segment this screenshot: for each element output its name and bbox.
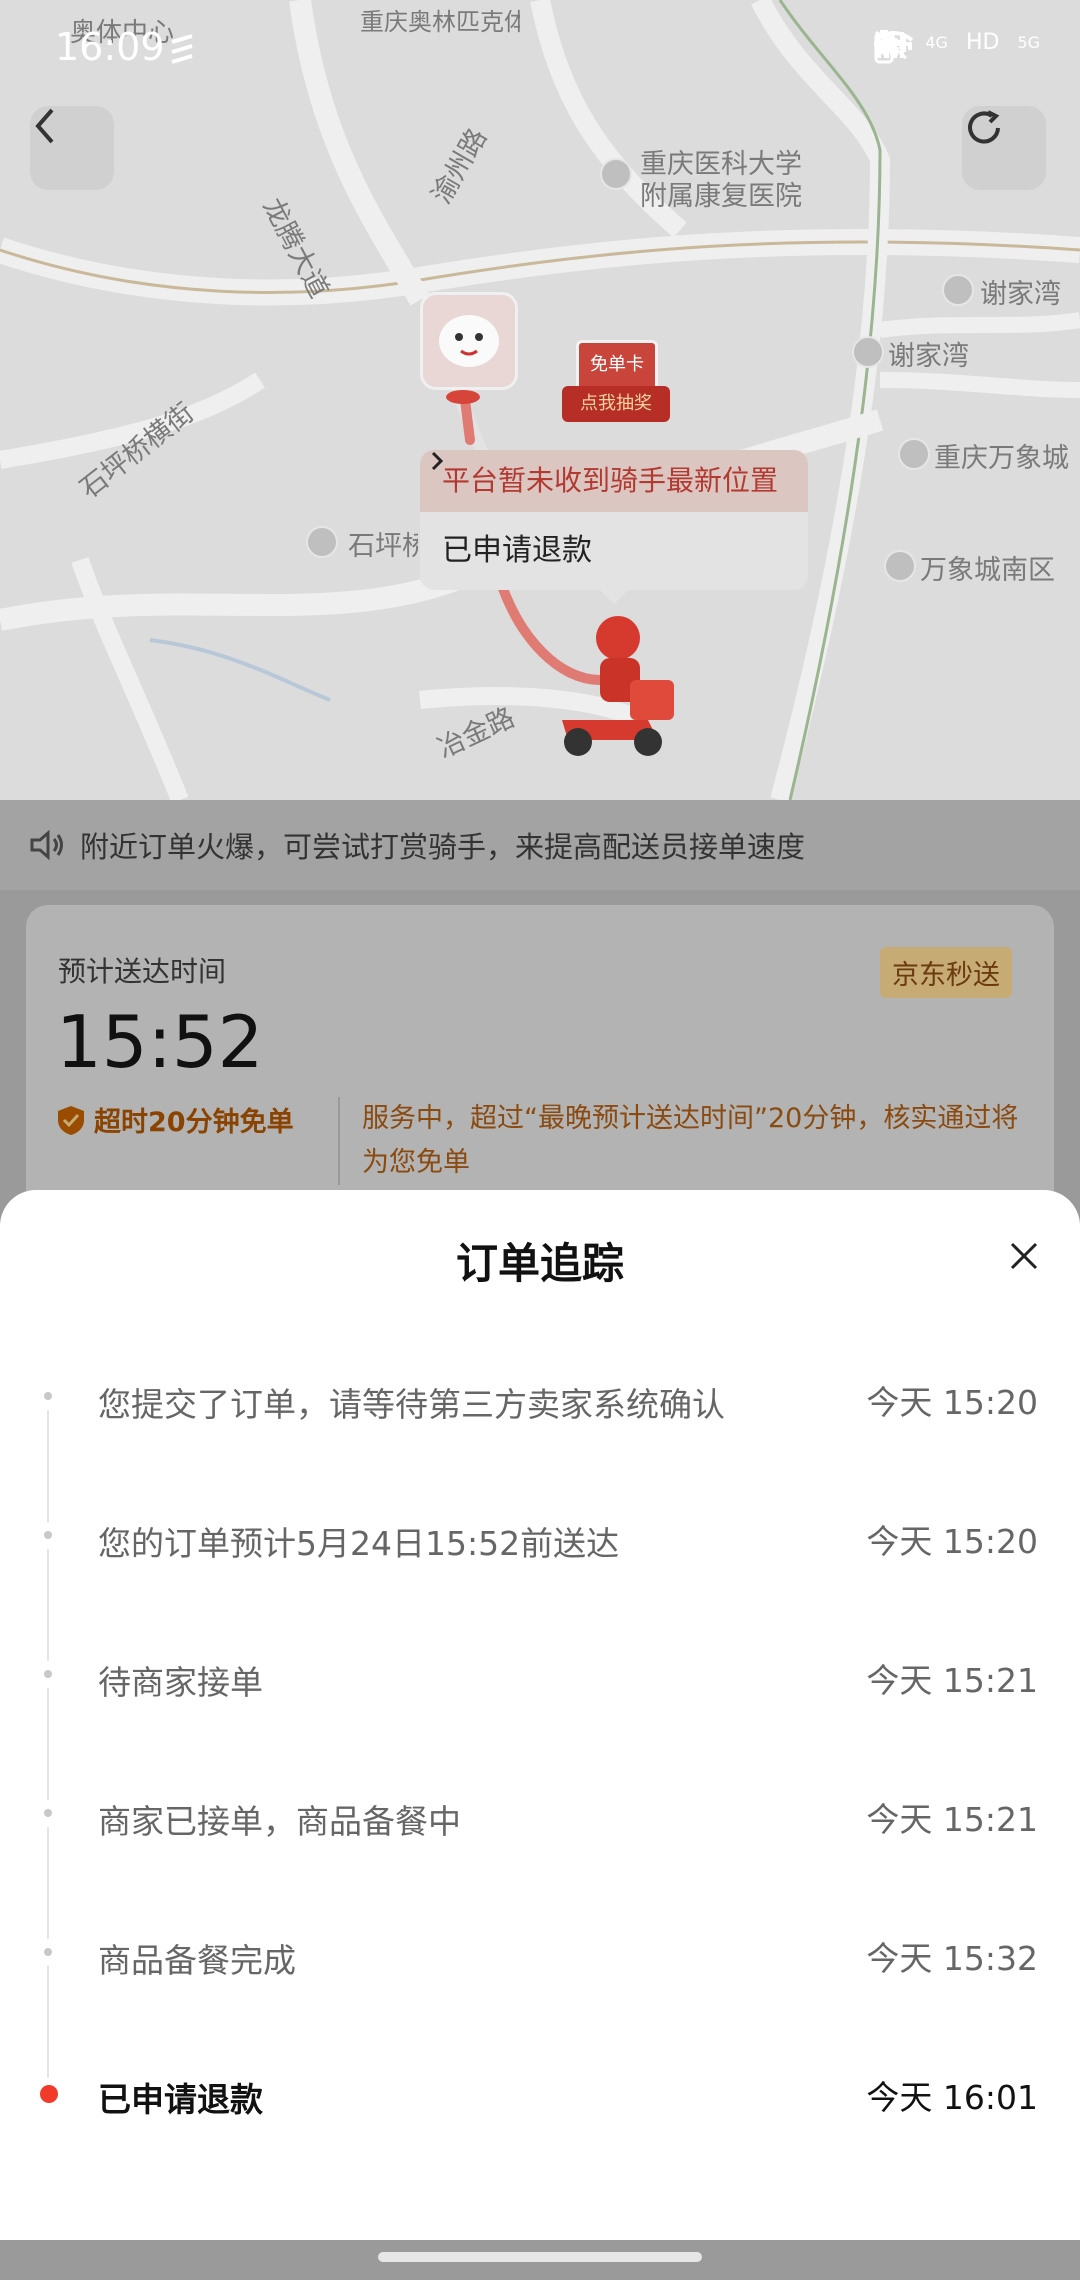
refresh-icon	[968, 110, 1000, 144]
delivery-eta-card: 预计送达时间 15:52 京东秒送 超时20分钟免单 服务中，超过“最晚预计送达…	[26, 905, 1054, 1235]
store-pin-icon	[446, 390, 480, 404]
event-text: 待商家接单	[98, 1663, 263, 1702]
refund-status-link[interactable]: 已申请退款	[420, 451, 808, 590]
metro-poi-icon	[942, 274, 974, 306]
metro-poi-icon	[852, 336, 884, 368]
map-label: 石坪桥	[348, 531, 418, 562]
network-label: 5G	[1017, 33, 1040, 52]
rider-location-message: 平台暂未收到骑手最新位置	[420, 450, 808, 512]
event-text: 商品备餐完成	[98, 1941, 296, 1980]
notice-text: 附近订单火爆，可尝试打赏骑手，来提高配送员接单速度	[80, 830, 806, 864]
back-button[interactable]	[30, 106, 114, 190]
network-label: HD	[965, 30, 1000, 55]
map-label: 万象城南区	[920, 555, 1055, 586]
timeline-event: 您提交了订单，请等待第三方卖家系统确认 今天 15:20	[0, 1350, 1080, 1522]
network-label: 4G	[925, 33, 948, 52]
delivery-rider-icon	[562, 616, 674, 756]
hospital-poi-icon	[600, 158, 632, 190]
event-text: 您提交了订单，请等待第三方卖家系统确认	[98, 1385, 725, 1424]
rider-status-popup[interactable]: 平台暂未收到骑手最新位置 已申请退款	[420, 450, 808, 604]
system-nav-bar	[0, 2240, 1080, 2280]
battery-icon	[874, 30, 894, 64]
close-button[interactable]	[1000, 1232, 1048, 1280]
timeline-dot-active	[40, 2085, 58, 2103]
metro-poi-icon	[306, 526, 338, 558]
timeline-dot	[44, 1531, 52, 1539]
timeline-dot	[44, 1809, 52, 1817]
timeline-event-current: 已申请退款 今天 16:01	[0, 2045, 1080, 2184]
timeline-dot	[44, 1392, 52, 1400]
timeline-event: 待商家接单 今天 15:21	[0, 1628, 1080, 1800]
map-roads	[0, 0, 1080, 800]
map-label: 谢家湾	[980, 279, 1061, 310]
event-time: 今天 15:20	[866, 1383, 1038, 1422]
event-text: 商家已接单，商品备餐中	[98, 1802, 461, 1841]
refresh-button[interactable]	[962, 106, 1046, 190]
event-time: 今天 16:01	[866, 2078, 1038, 2117]
map-label: 谢家湾	[888, 341, 969, 372]
home-indicator[interactable]	[378, 2252, 702, 2262]
event-text: 已申请退款	[98, 2080, 263, 2119]
event-time: 今天 15:32	[866, 1939, 1038, 1978]
map-label: 附属康复医院	[640, 181, 802, 212]
clock: 16:09	[55, 25, 165, 69]
late-guarantee: 超时20分钟免单	[56, 1100, 294, 1139]
speaker-icon	[30, 829, 63, 861]
order-tracking-sheet: 订单追踪 您提交了订单，请等待第三方卖家系统确认 今天 15:20 您的订单预计…	[0, 1190, 1080, 2240]
mall-poi-icon	[898, 438, 930, 470]
service-badge: 京东秒送	[880, 947, 1012, 998]
eta-time: 15:52	[56, 1000, 264, 1084]
back-arrow-icon	[35, 108, 54, 144]
timeline-dot	[44, 1670, 52, 1678]
sheet-title: 订单追踪	[455, 1239, 624, 1288]
status-bar: 16:09 HD 4G HD 5G	[0, 0, 1080, 100]
chevron-right-icon	[431, 451, 444, 471]
map-label: 重庆万象城	[934, 443, 1069, 474]
map-view[interactable]: 奥体中心 重庆奥林匹克体育中心 重庆医科大学 附属康复医院 谢家湾 谢家湾 重庆…	[0, 0, 1080, 800]
timeline-event: 您的订单预计5月24日15:52前送达 今天 15:20	[0, 1489, 1080, 1661]
coupon-action: 点我抽奖	[562, 386, 670, 422]
status-icons: HD 4G HD 5G	[873, 30, 1040, 64]
timeline-event: 商家已接单，商品备餐中 今天 15:21	[0, 1767, 1080, 1939]
event-time: 今天 15:20	[866, 1522, 1038, 1561]
rider-tip-notice[interactable]: 附近订单火爆，可尝试打赏骑手，来提高配送员接单速度	[0, 800, 1080, 890]
eta-label: 预计送达时间	[58, 955, 227, 988]
event-time: 今天 15:21	[866, 1661, 1038, 1700]
mall-poi-icon	[884, 550, 916, 582]
free-order-coupon[interactable]: 免单卡 点我抽奖	[562, 340, 670, 428]
refund-link-label: 已申请退款	[442, 533, 592, 568]
shield-icon	[58, 1105, 84, 1135]
event-time: 今天 15:21	[866, 1800, 1038, 1839]
timeline-dot	[44, 1948, 52, 1956]
mascot-icon	[439, 315, 499, 367]
guarantee-label: 超时20分钟免单	[94, 1107, 294, 1138]
notification-icon	[171, 34, 193, 64]
store-marker[interactable]	[420, 292, 518, 390]
timeline-event: 商品备餐完成 今天 15:32	[0, 1906, 1080, 2078]
guarantee-description: 服务中，超过“最晚预计送达时间”20分钟，核实通过将为您免单	[338, 1097, 1042, 1185]
close-icon	[1010, 1242, 1038, 1270]
tracking-timeline: 您提交了订单，请等待第三方卖家系统确认 今天 15:20 您的订单预计5月24日…	[0, 1350, 1080, 2184]
event-text: 您的订单预计5月24日15:52前送达	[98, 1524, 620, 1563]
popup-pointer	[600, 590, 628, 604]
